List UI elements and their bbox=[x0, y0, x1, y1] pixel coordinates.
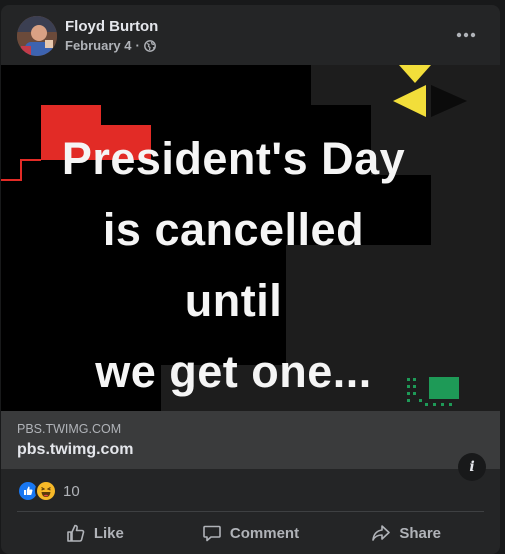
reaction-count[interactable]: 10 bbox=[63, 483, 80, 500]
post-header: Floyd Burton February 4 · bbox=[1, 5, 500, 65]
post-actions: Like Comment Share bbox=[17, 515, 484, 551]
post-image[interactable]: President's Day is cancelled until we ge… bbox=[1, 65, 500, 411]
author-name[interactable]: Floyd Burton bbox=[65, 18, 158, 35]
image-line-3: until bbox=[184, 275, 283, 326]
info-button[interactable]: i bbox=[458, 453, 486, 481]
like-button[interactable]: Like bbox=[17, 515, 173, 551]
comment-label: Comment bbox=[229, 524, 300, 542]
link-domain[interactable]: pbs.twimg.com bbox=[17, 441, 133, 459]
haha-reaction-icon bbox=[35, 480, 57, 502]
more-horizontal-icon bbox=[456, 32, 476, 38]
image-line-2: is cancelled bbox=[102, 204, 365, 255]
meta-separator: · bbox=[135, 38, 140, 53]
post-meta: February 4 · bbox=[65, 38, 156, 53]
like-label: Like bbox=[93, 524, 124, 542]
reactions-summary[interactable]: 10 bbox=[17, 479, 80, 503]
post-card: Floyd Burton February 4 · President's Da… bbox=[1, 5, 500, 554]
link-domain-caps: PBS.TWIMG.COM bbox=[17, 422, 122, 436]
more-options-button[interactable] bbox=[448, 21, 484, 49]
actions-divider bbox=[17, 511, 484, 512]
image-caption-text: President's Day is cancelled until we ge… bbox=[1, 123, 466, 407]
post-date[interactable]: February 4 bbox=[65, 38, 131, 53]
image-line-1: President's Day bbox=[61, 133, 406, 184]
comment-button[interactable]: Comment bbox=[173, 515, 329, 551]
link-preview[interactable]: PBS.TWIMG.COM pbs.twimg.com bbox=[1, 411, 500, 469]
image-line-4: we get one... bbox=[95, 346, 372, 397]
comment-icon bbox=[203, 525, 221, 542]
share-icon bbox=[372, 525, 391, 541]
thumbs-up-icon bbox=[67, 524, 85, 542]
share-label: Share bbox=[399, 524, 442, 542]
info-icon: i bbox=[469, 459, 475, 475]
globe-icon bbox=[143, 39, 156, 52]
share-button[interactable]: Share bbox=[328, 515, 484, 551]
author-avatar[interactable] bbox=[17, 16, 57, 56]
